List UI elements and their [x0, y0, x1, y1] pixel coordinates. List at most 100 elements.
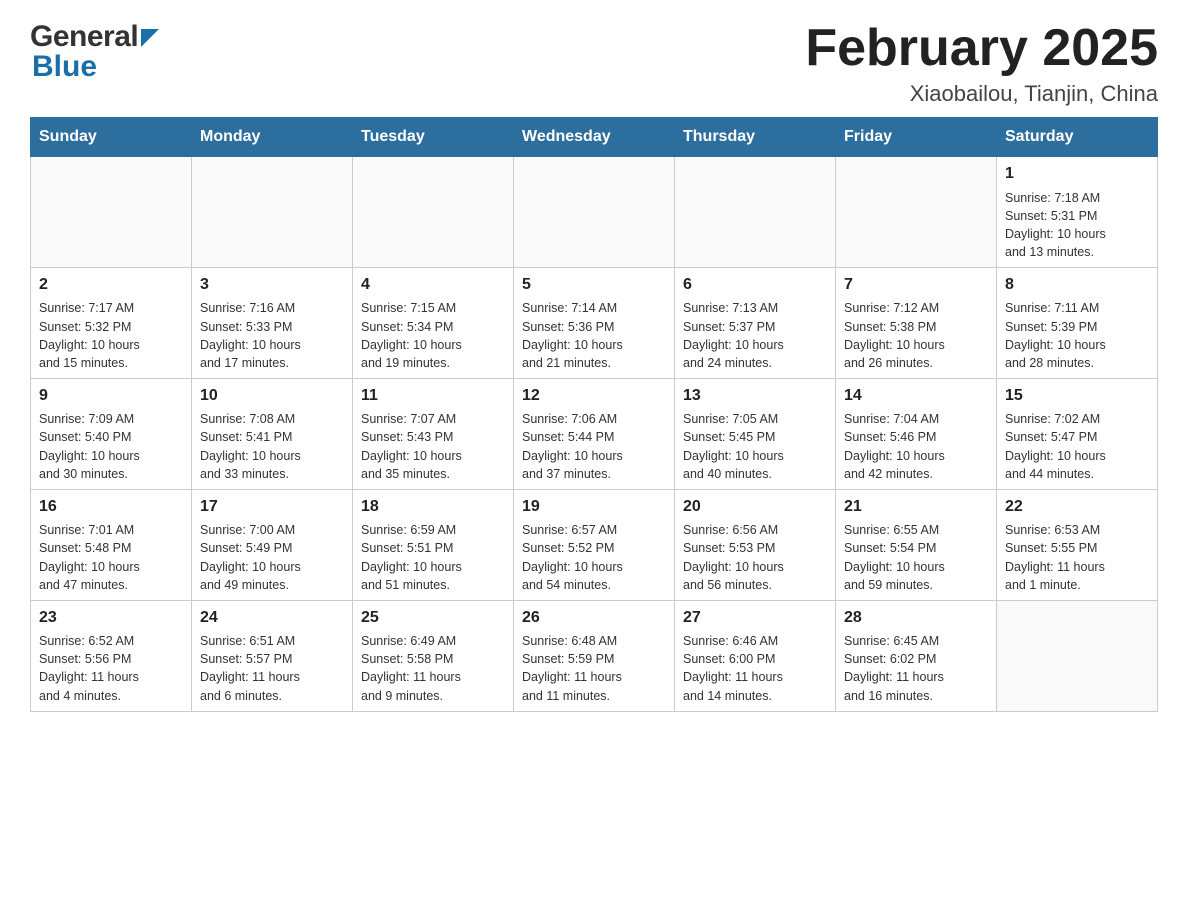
calendar-day-cell — [675, 157, 836, 268]
day-info: Sunrise: 7:09 AM Sunset: 5:40 PM Dayligh… — [39, 410, 183, 483]
day-number: 26 — [522, 607, 666, 629]
day-info: Sunrise: 7:08 AM Sunset: 5:41 PM Dayligh… — [200, 410, 344, 483]
day-info: Sunrise: 7:02 AM Sunset: 5:47 PM Dayligh… — [1005, 410, 1149, 483]
day-number: 18 — [361, 496, 505, 518]
calendar-day-cell: 7Sunrise: 7:12 AM Sunset: 5:38 PM Daylig… — [836, 268, 997, 379]
day-info: Sunrise: 6:48 AM Sunset: 5:59 PM Dayligh… — [522, 632, 666, 705]
day-number: 1 — [1005, 163, 1149, 185]
day-info: Sunrise: 6:45 AM Sunset: 6:02 PM Dayligh… — [844, 632, 988, 705]
weekday-header-wednesday: Wednesday — [514, 118, 675, 157]
day-number: 3 — [200, 274, 344, 296]
day-info: Sunrise: 7:07 AM Sunset: 5:43 PM Dayligh… — [361, 410, 505, 483]
calendar-week-row: 2 Sunrise: 7:17 AM Sunset: 5:32 PM Daylig… — [31, 268, 1158, 379]
calendar-day-cell: 24 Sunrise: 6:51 AM Sunset: 5:57 PM Dayli… — [192, 600, 353, 711]
calendar-day-cell: 2 Sunrise: 7:17 AM Sunset: 5:32 PM Daylig… — [31, 268, 192, 379]
calendar-day-cell: 5 Sunrise: 7:14 AM Sunset: 5:36 PM Daylig… — [514, 268, 675, 379]
day-info: Sunrise: 6:51 AM Sunset: 5:57 PM Dayligh… — [200, 632, 344, 705]
day-info: Sunrise: 7:12 AM Sunset: 5:38 PM Dayligh… — [844, 299, 988, 372]
calendar-table: SundayMondayTuesdayWednesdayThursdayFrid… — [30, 117, 1158, 711]
day-number: 15 — [1005, 385, 1149, 407]
day-number: 24 — [200, 607, 344, 629]
logo: General Blue — [30, 20, 159, 84]
calendar-day-cell: 22 Sunrise: 6:53 AM Sunset: 5:55 PM Dayli… — [997, 489, 1158, 600]
day-info: Sunrise: 7:14 AM Sunset: 5:36 PM Dayligh… — [522, 299, 666, 372]
calendar-day-cell: 17 Sunrise: 7:00 AM Sunset: 5:49 PM Dayli… — [192, 489, 353, 600]
day-number: 9 — [39, 385, 183, 407]
calendar-day-cell: 3 Sunrise: 7:16 AM Sunset: 5:33 PM Daylig… — [192, 268, 353, 379]
day-info: Sunrise: 7:13 AM Sunset: 5:37 PM Dayligh… — [683, 299, 827, 372]
weekday-header-friday: Friday — [836, 118, 997, 157]
day-info: Sunrise: 6:57 AM Sunset: 5:52 PM Dayligh… — [522, 521, 666, 594]
logo-triangle-icon — [141, 29, 159, 47]
day-info: Sunrise: 7:11 AM Sunset: 5:39 PM Dayligh… — [1005, 299, 1149, 372]
day-number: 14 — [844, 385, 988, 407]
logo-general-text: General — [30, 20, 138, 54]
weekday-header-row: SundayMondayTuesdayWednesdayThursdayFrid… — [31, 118, 1158, 157]
day-number: 21 — [844, 496, 988, 518]
calendar-week-row: 16 Sunrise: 7:01 AM Sunset: 5:48 PM Dayli… — [31, 489, 1158, 600]
day-number: 4 — [361, 274, 505, 296]
day-info: Sunrise: 6:49 AM Sunset: 5:58 PM Dayligh… — [361, 632, 505, 705]
calendar-subtitle: Xiaobailou, Tianjin, China — [805, 81, 1158, 107]
page-header: General Blue February 2025 Xiaobailou, T… — [30, 20, 1158, 107]
calendar-day-cell: 16 Sunrise: 7:01 AM Sunset: 5:48 PM Dayli… — [31, 489, 192, 600]
calendar-day-cell — [353, 157, 514, 268]
calendar-day-cell: 18 Sunrise: 6:59 AM Sunset: 5:51 PM Dayli… — [353, 489, 514, 600]
calendar-day-cell: 27Sunrise: 6:46 AM Sunset: 6:00 PM Dayli… — [675, 600, 836, 711]
day-info: Sunrise: 7:16 AM Sunset: 5:33 PM Dayligh… — [200, 299, 344, 372]
weekday-header-thursday: Thursday — [675, 118, 836, 157]
day-number: 20 — [683, 496, 827, 518]
day-number: 11 — [361, 385, 505, 407]
day-number: 10 — [200, 385, 344, 407]
calendar-day-cell — [31, 157, 192, 268]
calendar-day-cell: 1Sunrise: 7:18 AM Sunset: 5:31 PM Daylig… — [997, 157, 1158, 268]
day-info: Sunrise: 6:53 AM Sunset: 5:55 PM Dayligh… — [1005, 521, 1149, 594]
calendar-day-cell: 19 Sunrise: 6:57 AM Sunset: 5:52 PM Dayli… — [514, 489, 675, 600]
day-number: 25 — [361, 607, 505, 629]
calendar-day-cell — [514, 157, 675, 268]
calendar-day-cell: 20 Sunrise: 6:56 AM Sunset: 5:53 PM Dayli… — [675, 489, 836, 600]
calendar-day-cell: 15 Sunrise: 7:02 AM Sunset: 5:47 PM Dayli… — [997, 378, 1158, 489]
day-number: 19 — [522, 496, 666, 518]
weekday-header-monday: Monday — [192, 118, 353, 157]
day-number: 5 — [522, 274, 666, 296]
calendar-week-row: 23Sunrise: 6:52 AM Sunset: 5:56 PM Dayli… — [31, 600, 1158, 711]
calendar-day-cell: 8 Sunrise: 7:11 AM Sunset: 5:39 PM Daylig… — [997, 268, 1158, 379]
calendar-day-cell: 21Sunrise: 6:55 AM Sunset: 5:54 PM Dayli… — [836, 489, 997, 600]
weekday-header-tuesday: Tuesday — [353, 118, 514, 157]
day-number: 13 — [683, 385, 827, 407]
day-number: 6 — [683, 274, 827, 296]
day-info: Sunrise: 7:01 AM Sunset: 5:48 PM Dayligh… — [39, 521, 183, 594]
day-number: 27 — [683, 607, 827, 629]
calendar-day-cell: 14 Sunrise: 7:04 AM Sunset: 5:46 PM Dayli… — [836, 378, 997, 489]
calendar-day-cell: 9 Sunrise: 7:09 AM Sunset: 5:40 PM Daylig… — [31, 378, 192, 489]
calendar-day-cell: 6 Sunrise: 7:13 AM Sunset: 5:37 PM Daylig… — [675, 268, 836, 379]
day-number: 2 — [39, 274, 183, 296]
calendar-week-row: 1Sunrise: 7:18 AM Sunset: 5:31 PM Daylig… — [31, 157, 1158, 268]
day-info: Sunrise: 7:05 AM Sunset: 5:45 PM Dayligh… — [683, 410, 827, 483]
day-info: Sunrise: 7:15 AM Sunset: 5:34 PM Dayligh… — [361, 299, 505, 372]
title-section: February 2025 Xiaobailou, Tianjin, China — [805, 20, 1158, 107]
calendar-day-cell: 28 Sunrise: 6:45 AM Sunset: 6:02 PM Dayli… — [836, 600, 997, 711]
calendar-title: February 2025 — [805, 20, 1158, 77]
day-number: 22 — [1005, 496, 1149, 518]
day-number: 17 — [200, 496, 344, 518]
day-info: Sunrise: 6:56 AM Sunset: 5:53 PM Dayligh… — [683, 521, 827, 594]
day-number: 12 — [522, 385, 666, 407]
calendar-day-cell: 26 Sunrise: 6:48 AM Sunset: 5:59 PM Dayli… — [514, 600, 675, 711]
day-number: 23 — [39, 607, 183, 629]
day-number: 28 — [844, 607, 988, 629]
day-number: 8 — [1005, 274, 1149, 296]
calendar-day-cell: 4 Sunrise: 7:15 AM Sunset: 5:34 PM Daylig… — [353, 268, 514, 379]
calendar-day-cell: 10 Sunrise: 7:08 AM Sunset: 5:41 PM Dayli… — [192, 378, 353, 489]
calendar-day-cell: 25 Sunrise: 6:49 AM Sunset: 5:58 PM Dayli… — [353, 600, 514, 711]
calendar-day-cell: 12 Sunrise: 7:06 AM Sunset: 5:44 PM Dayli… — [514, 378, 675, 489]
day-info: Sunrise: 6:59 AM Sunset: 5:51 PM Dayligh… — [361, 521, 505, 594]
day-info: Sunrise: 7:00 AM Sunset: 5:49 PM Dayligh… — [200, 521, 344, 594]
calendar-day-cell: 13 Sunrise: 7:05 AM Sunset: 5:45 PM Dayli… — [675, 378, 836, 489]
day-info: Sunrise: 7:17 AM Sunset: 5:32 PM Dayligh… — [39, 299, 183, 372]
day-info: Sunrise: 7:06 AM Sunset: 5:44 PM Dayligh… — [522, 410, 666, 483]
logo-blue-text: Blue — [30, 50, 159, 84]
day-number: 16 — [39, 496, 183, 518]
day-info: Sunrise: 7:04 AM Sunset: 5:46 PM Dayligh… — [844, 410, 988, 483]
